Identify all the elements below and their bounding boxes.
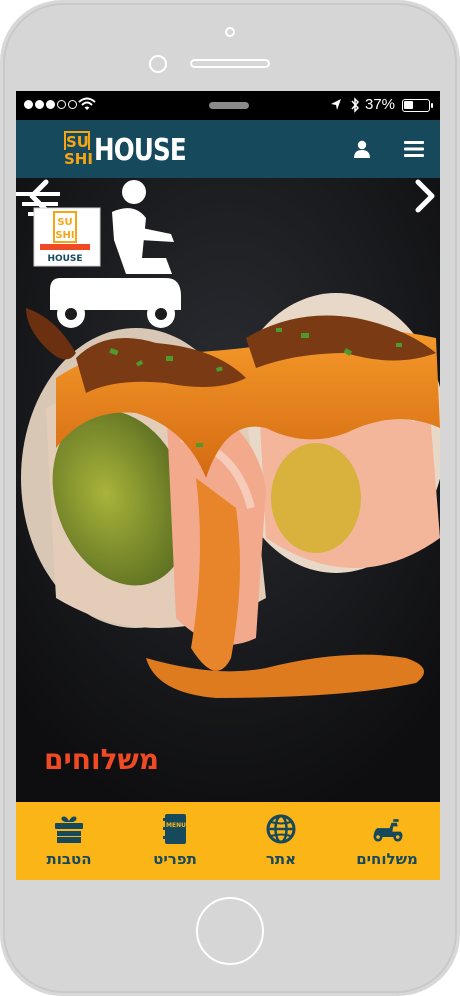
tab-menu-label: תפריט <box>153 850 197 868</box>
notch-indicator <box>209 102 249 109</box>
battery-percentage: 37% <box>365 96 396 113</box>
tab-benefits[interactable]: הטבות <box>16 802 122 880</box>
scooter-icon <box>370 814 404 844</box>
status-bar: 37% <box>16 91 440 120</box>
user-icon[interactable] <box>353 140 371 158</box>
tab-deliveries[interactable]: משלוחים <box>334 802 440 880</box>
app-screen: 37% SU SHI HOUSE SU SHI HOUSE משלוחים מש… <box>16 91 440 880</box>
wifi-icon <box>78 97 96 110</box>
home-button[interactable] <box>196 897 264 965</box>
logo-top-text: SU <box>64 131 90 151</box>
bluetooth-icon <box>351 97 360 113</box>
tab-benefits-label: הטבות <box>46 850 92 868</box>
tab-website-label: אתר <box>265 850 297 868</box>
menu-book-text: MENU <box>166 822 186 829</box>
tab-deliveries-label: משלוחים <box>356 850 418 868</box>
hamburger-menu-icon[interactable] <box>404 140 424 158</box>
tab-menu[interactable]: MENU תפריט <box>122 802 228 880</box>
gift-icon <box>52 814 86 844</box>
delivery-promo-illustration: SU SHI HOUSE <box>16 180 181 328</box>
menu-book-icon: MENU <box>158 814 192 844</box>
globe-icon <box>264 814 298 844</box>
location-arrow-icon <box>331 99 341 110</box>
battery-nub <box>431 103 433 108</box>
chevron-right-icon[interactable] <box>408 178 438 214</box>
logo-word: HOUSE <box>94 132 187 168</box>
earpiece-speaker <box>190 59 270 68</box>
promo-logo-bottom: SHI <box>55 230 74 241</box>
front-camera <box>225 27 235 37</box>
signal-strength-icon <box>24 100 77 109</box>
logo-bottom-text: SHI <box>64 150 93 168</box>
app-header: SU SHI HOUSE <box>16 120 440 178</box>
promo-logo-top: SU <box>57 217 72 228</box>
promo-logo-word: HOUSE <box>47 254 82 264</box>
battery-icon <box>402 99 430 112</box>
tab-website[interactable]: אתר <box>228 802 334 880</box>
bottom-tab-bar: משלוחים אתר MENU תפריט הטבות <box>16 802 440 880</box>
delivery-promo-label[interactable]: משלוחים <box>44 743 159 776</box>
phone-frame: 37% SU SHI HOUSE SU SHI HOUSE משלוחים מש… <box>0 0 460 996</box>
sushi-house-logo[interactable]: SU SHI HOUSE <box>64 130 206 170</box>
hero-carousel[interactable]: SU SHI HOUSE משלוחים <box>16 178 440 802</box>
proximity-sensor <box>149 55 167 73</box>
logo-mark: SU SHI <box>64 131 93 169</box>
